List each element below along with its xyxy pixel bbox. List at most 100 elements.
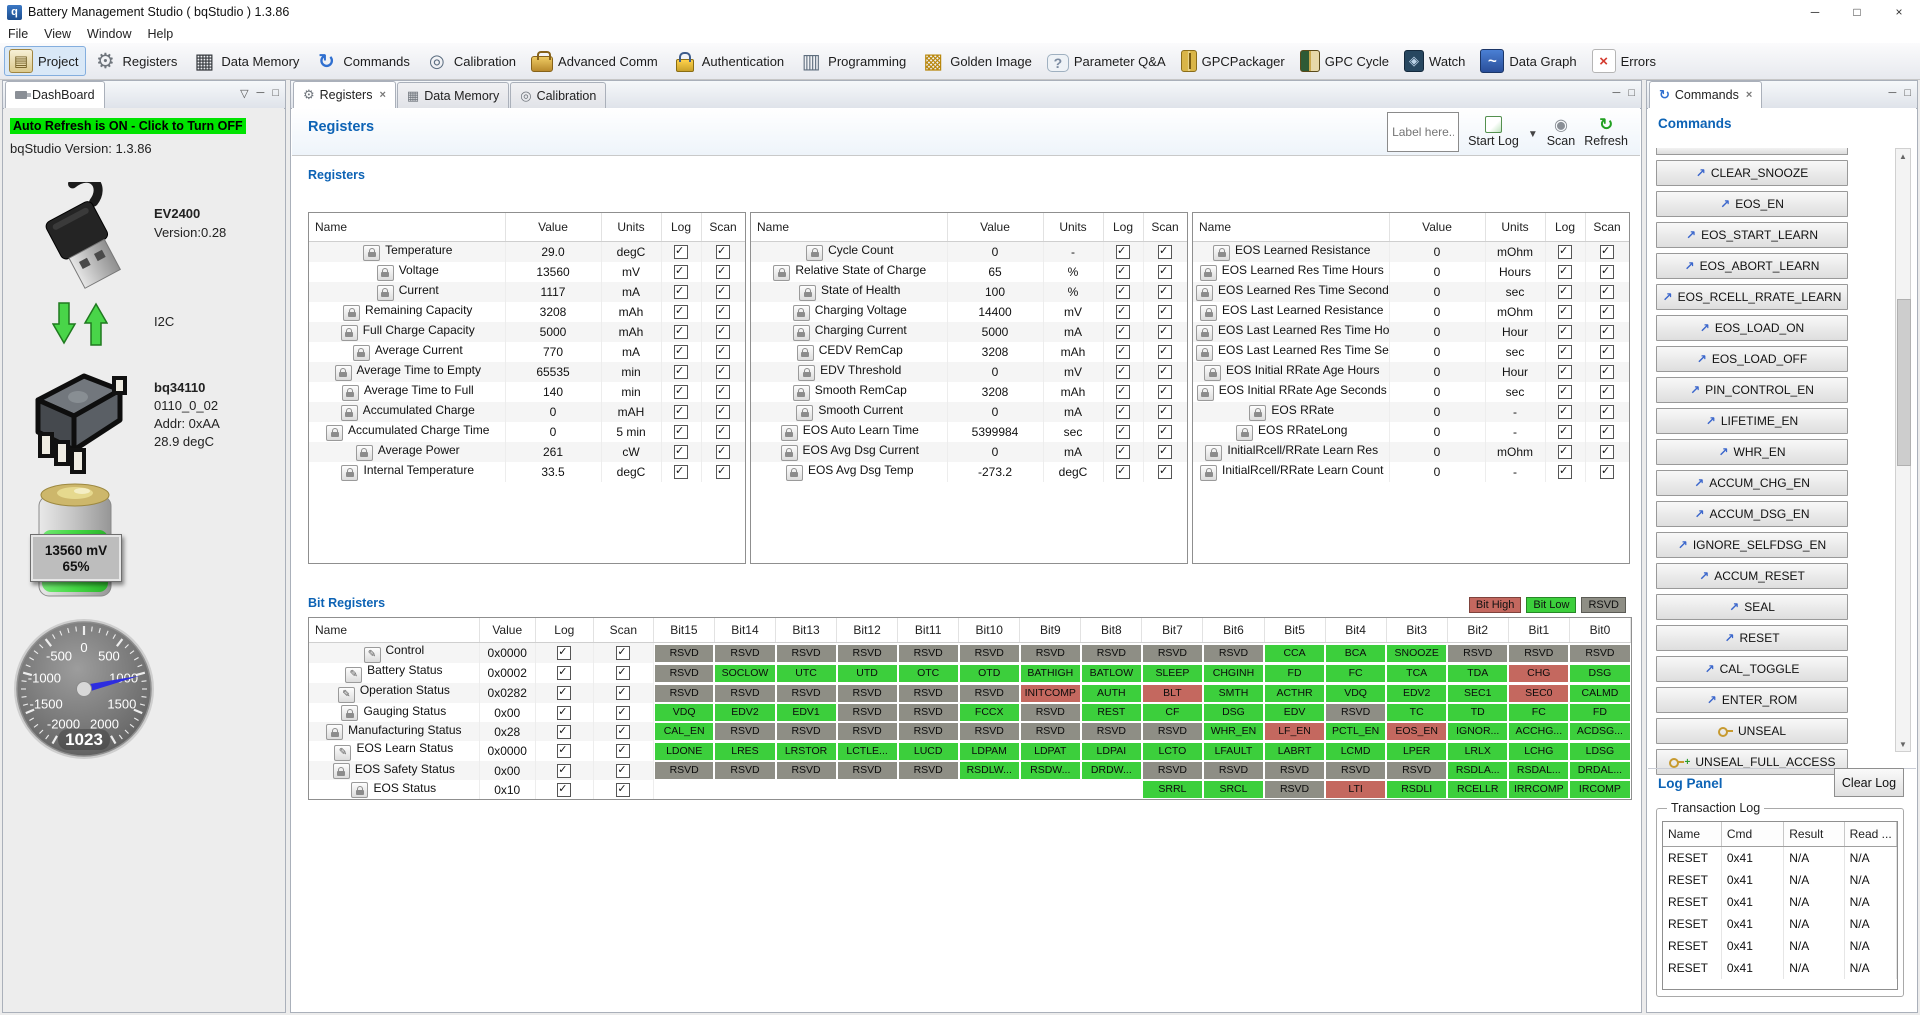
command-button-eos_load_off[interactable]: ↗ EOS_LOAD_OFF [1656,346,1848,372]
log-checkbox[interactable] [1558,344,1572,360]
scan-checkbox[interactable] [716,424,730,440]
menu-file[interactable]: File [0,27,36,41]
log-checkbox[interactable] [557,665,572,681]
scroll-up-icon[interactable]: ▲ [1896,149,1910,163]
log-checkbox[interactable] [1558,444,1572,460]
log-checkbox[interactable] [557,685,572,701]
scan-checkbox[interactable] [1600,264,1614,280]
log-checkbox[interactable] [1558,384,1572,400]
log-checkbox[interactable] [674,264,688,280]
log-checkbox[interactable] [557,724,572,739]
menu-view[interactable]: View [36,27,79,41]
scan-button[interactable]: ◉ Scan [1547,116,1576,149]
log-checkbox[interactable] [1558,404,1572,420]
auto-refresh-banner[interactable]: Auto Refresh is ON - Click to Turn OFF [10,118,246,134]
toolbar-data-memory[interactable]: ▦ Data Memory [187,46,307,76]
command-button-eos_load_on[interactable]: ↗ EOS_LOAD_ON [1656,315,1848,341]
minimize-panel-icon[interactable]: ─ [1889,87,1897,99]
log-checkbox[interactable] [1116,444,1130,460]
log-checkbox[interactable] [674,444,688,460]
scan-checkbox[interactable] [1158,364,1172,380]
log-checkbox[interactable] [1116,404,1130,420]
log-label-input[interactable] [1387,112,1460,152]
log-checkbox[interactable] [557,782,572,797]
start-log-dropdown-caret[interactable]: ▼ [1528,125,1538,140]
scan-checkbox[interactable] [1158,424,1172,440]
tab-close-icon[interactable]: × [379,89,385,101]
log-checkbox[interactable] [1116,344,1130,360]
scan-checkbox[interactable] [616,763,631,778]
log-checkbox[interactable] [557,743,572,759]
scan-checkbox[interactable] [616,645,631,661]
log-checkbox[interactable] [1116,364,1130,380]
log-checkbox[interactable] [1558,424,1572,440]
log-checkbox[interactable] [674,404,688,420]
scan-checkbox[interactable] [716,384,730,400]
toolbar-parameter-qa[interactable]: ? Parameter Q&A [1042,48,1174,75]
scan-checkbox[interactable] [1600,384,1614,400]
log-checkbox[interactable] [674,324,688,340]
scan-checkbox[interactable] [1158,244,1172,260]
menu-help[interactable]: Help [140,27,182,41]
log-checkbox[interactable] [674,424,688,440]
scan-checkbox[interactable] [1158,384,1172,400]
scan-checkbox[interactable] [616,665,631,681]
toolbar-gpcpackager[interactable]: GPCPackager [1176,47,1293,75]
command-button-lifetime_en[interactable]: ↗ LIFETIME_EN [1656,408,1848,434]
log-checkbox[interactable] [1558,324,1572,340]
command-button-eos_abort_learn[interactable]: ↗ EOS_ABORT_LEARN [1656,253,1848,279]
toolbar-project[interactable]: ▤ Project [4,46,87,76]
command-button-eos_start_learn[interactable]: ↗ EOS_START_LEARN [1656,222,1848,248]
log-checkbox[interactable] [674,364,688,380]
minimize-panel-icon[interactable]: ─ [1613,87,1621,99]
log-checkbox[interactable] [1558,244,1572,260]
scan-checkbox[interactable] [716,284,730,300]
scan-checkbox[interactable] [716,344,730,360]
maximize-panel-icon[interactable]: □ [1628,87,1635,99]
tab-close-icon[interactable]: × [1746,89,1752,101]
command-button-seal[interactable]: ↗ SEAL [1656,594,1848,620]
command-button-eos_rcell_rrate_learn[interactable]: ↗ EOS_RCELL_RRATE_LEARN [1656,284,1848,310]
log-checkbox[interactable] [674,464,688,480]
view-menu-icon[interactable]: ▽ [240,87,248,100]
scan-checkbox[interactable] [1600,324,1614,340]
log-checkbox[interactable] [557,763,572,778]
log-checkbox[interactable] [1558,464,1572,480]
toolbar-calibration[interactable]: ◎ Calibration [420,46,524,76]
scrollbar-thumb[interactable] [1897,299,1911,466]
scan-checkbox[interactable] [1158,404,1172,420]
log-checkbox[interactable] [1116,284,1130,300]
scan-checkbox[interactable] [1600,244,1614,260]
scan-checkbox[interactable] [1158,344,1172,360]
maximize-panel-icon[interactable]: □ [272,87,279,100]
commands-scrollbar[interactable]: ▲ ▼ [1895,148,1911,752]
close-icon[interactable]: × [1878,0,1920,24]
toolbar-data-graph[interactable]: ~ Data Graph [1475,46,1584,76]
log-checkbox[interactable] [674,344,688,360]
log-checkbox[interactable] [1116,264,1130,280]
command-button-whr_en[interactable]: ↗ WHR_EN [1656,439,1848,465]
scan-checkbox[interactable] [1158,444,1172,460]
clear-log-button[interactable]: Clear Log [1834,768,1904,797]
command-button-eos_en[interactable]: ↗ EOS_EN [1656,191,1848,217]
scan-checkbox[interactable] [616,685,631,701]
scan-checkbox[interactable] [716,404,730,420]
log-checkbox[interactable] [1116,324,1130,340]
tab-dashboard[interactable]: DashBoard [5,81,105,108]
toolbar-errors[interactable]: × Errors [1587,46,1664,76]
log-checkbox[interactable] [557,645,572,661]
scan-checkbox[interactable] [716,264,730,280]
scan-checkbox[interactable] [1600,404,1614,420]
scan-checkbox[interactable] [1158,304,1172,320]
log-checkbox[interactable] [674,284,688,300]
tab-commands[interactable]: ↻ Commands × [1649,81,1763,108]
log-checkbox[interactable] [1558,304,1572,320]
command-button-accum_chg_en[interactable]: ↗ ACCUM_CHG_EN [1656,470,1848,496]
log-checkbox[interactable] [1558,284,1572,300]
scan-checkbox[interactable] [616,705,631,720]
log-checkbox[interactable] [1116,464,1130,480]
toolbar-authentication[interactable]: Authentication [668,46,792,76]
tab-calibration[interactable]: ◎ Calibration [510,82,607,108]
scan-checkbox[interactable] [716,444,730,460]
scan-checkbox[interactable] [1600,284,1614,300]
